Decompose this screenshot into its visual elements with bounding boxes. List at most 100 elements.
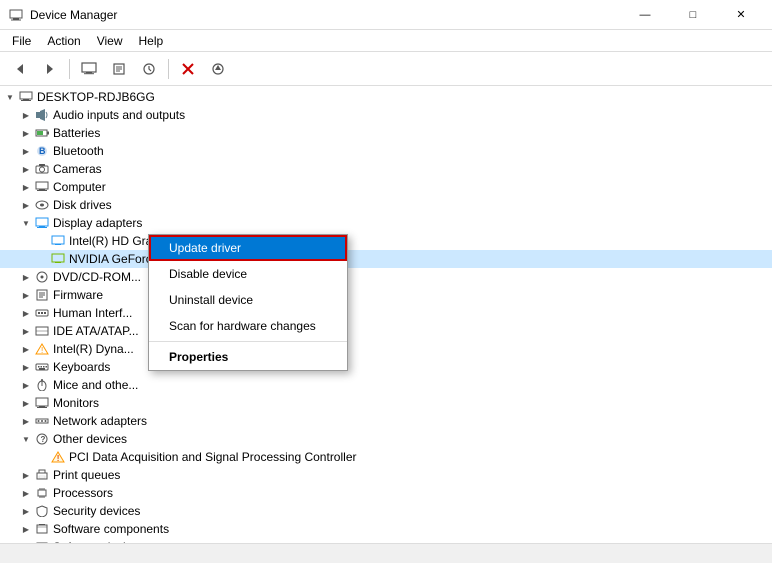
menu-bar: File Action View Help xyxy=(0,30,772,52)
root-label: DESKTOP-RDJB6GG xyxy=(37,90,155,104)
tree-item-nvidia[interactable]: NVIDIA GeForce 940M xyxy=(0,250,772,268)
audio-icon xyxy=(34,107,50,123)
softwaredevices-icon xyxy=(34,539,50,543)
computer-label: Computer xyxy=(53,180,106,194)
toolbar-sep-2 xyxy=(168,59,169,79)
printqueues-icon xyxy=(34,467,50,483)
close-button[interactable]: ✕ xyxy=(718,1,764,29)
scan-icon xyxy=(142,62,156,76)
otherdevices-expand-icon: ▼ xyxy=(18,431,34,447)
computer-expand-icon: ▶ xyxy=(18,179,34,195)
tree-item-pcidata[interactable]: ! PCI Data Acquisition and Signal Proces… xyxy=(0,448,772,466)
tree-item-printqueues[interactable]: ▶ Print queues xyxy=(0,466,772,484)
ideata-label: IDE ATA/ATAP... xyxy=(53,324,139,338)
humaninterf-label: Human Interf... xyxy=(53,306,132,320)
otherdevices-icon: ? xyxy=(34,431,50,447)
softwaredevices-expand-icon: ▶ xyxy=(18,539,34,543)
root-computer-icon xyxy=(18,89,34,105)
tree-item-securitydevices[interactable]: ▶ Security devices xyxy=(0,502,772,520)
status-bar xyxy=(0,543,772,563)
minimize-button[interactable]: — xyxy=(622,1,668,29)
monitors-expand-icon: ▶ xyxy=(18,395,34,411)
tree-item-firmware[interactable]: ▶ Firmware xyxy=(0,286,772,304)
menu-view[interactable]: View xyxy=(89,32,131,50)
menu-action[interactable]: Action xyxy=(39,32,88,50)
intel-icon xyxy=(50,233,66,249)
tree-item-dvd[interactable]: ▶ DVD/CD-ROM... xyxy=(0,268,772,286)
svg-text:!: ! xyxy=(57,454,60,463)
svg-text:?: ? xyxy=(41,435,46,444)
tree-item-keyboards[interactable]: ▶ Keyboards xyxy=(0,358,772,376)
tree-item-intel[interactable]: Intel(R) HD Graphics 520 xyxy=(0,232,772,250)
tree-item-audio[interactable]: ▶ Audio inputs and outputs xyxy=(0,106,772,124)
forward-icon xyxy=(43,62,57,76)
inteldyna-icon: ! xyxy=(34,341,50,357)
mice-icon xyxy=(34,377,50,393)
tree-item-ideata[interactable]: ▶ IDE ATA/ATAP... xyxy=(0,322,772,340)
tree-item-bluetooth[interactable]: ▶ B Bluetooth xyxy=(0,142,772,160)
batteries-expand-icon: ▶ xyxy=(18,125,34,141)
displayadapters-icon xyxy=(34,215,50,231)
monitors-icon xyxy=(34,395,50,411)
computer-icon xyxy=(81,62,97,76)
tree-item-mice[interactable]: ▶ Mice and othe... xyxy=(0,376,772,394)
tree-root[interactable]: ▼ DESKTOP-RDJB6GG xyxy=(0,88,772,106)
update-icon xyxy=(211,62,225,76)
keyboards-expand-icon: ▶ xyxy=(18,359,34,375)
context-menu-properties[interactable]: Properties xyxy=(149,344,347,370)
tree-item-softwaredevices[interactable]: ▶ Software devices xyxy=(0,538,772,543)
toolbar-forward[interactable] xyxy=(36,56,64,82)
toolbar-computer[interactable] xyxy=(75,56,103,82)
processors-expand-icon: ▶ xyxy=(18,485,34,501)
printqueues-label: Print queues xyxy=(53,468,120,482)
networkadapters-expand-icon: ▶ xyxy=(18,413,34,429)
context-menu-separator xyxy=(149,341,347,342)
tree-item-humaninterf[interactable]: ▶ Human Interf... xyxy=(0,304,772,322)
toolbar-scan[interactable] xyxy=(135,56,163,82)
displayadapters-label: Display adapters xyxy=(53,216,142,230)
context-menu: Update driver Disable device Uninstall d… xyxy=(148,234,348,371)
softwarecomponents-label: Software components xyxy=(53,522,169,536)
tree-item-cameras[interactable]: ▶ Cameras xyxy=(0,160,772,178)
context-menu-scan-hardware[interactable]: Scan for hardware changes xyxy=(149,313,347,339)
nvidia-expand-icon xyxy=(34,251,50,267)
tree-item-otherdevices[interactable]: ▼ ? Other devices xyxy=(0,430,772,448)
toolbar-remove[interactable] xyxy=(174,56,202,82)
processors-icon xyxy=(34,485,50,501)
audio-expand-icon: ▶ xyxy=(18,107,34,123)
ideata-icon xyxy=(34,323,50,339)
maximize-button[interactable]: □ xyxy=(670,1,716,29)
tree-item-inteldyna[interactable]: ▶ ! Intel(R) Dyna... xyxy=(0,340,772,358)
root-expand-icon: ▼ xyxy=(2,89,18,105)
nvidia-icon xyxy=(50,251,66,267)
tree-item-softwarecomponents[interactable]: ▶ Software components xyxy=(0,520,772,538)
tree-item-monitors[interactable]: ▶ Monitors xyxy=(0,394,772,412)
context-menu-disable-device[interactable]: Disable device xyxy=(149,261,347,287)
toolbar-properties[interactable] xyxy=(105,56,133,82)
bluetooth-label: Bluetooth xyxy=(53,144,104,158)
tree-item-processors[interactable]: ▶ Processors xyxy=(0,484,772,502)
tree-item-networkadapters[interactable]: ▶ Network adapters xyxy=(0,412,772,430)
diskdrives-expand-icon: ▶ xyxy=(18,197,34,213)
toolbar-back[interactable] xyxy=(6,56,34,82)
tree-item-batteries[interactable]: ▶ Batteries xyxy=(0,124,772,142)
menu-file[interactable]: File xyxy=(4,32,39,50)
tree-item-displayadapters[interactable]: ▼ Display adapters xyxy=(0,214,772,232)
tree-item-computer[interactable]: ▶ Computer xyxy=(0,178,772,196)
main-content: ▼ DESKTOP-RDJB6GG ▶ Audio inputs and xyxy=(0,86,772,543)
app-icon xyxy=(8,7,24,23)
cameras-expand-icon: ▶ xyxy=(18,161,34,177)
toolbar-update[interactable] xyxy=(204,56,232,82)
softwarecomponents-expand-icon: ▶ xyxy=(18,521,34,537)
intel-expand-icon xyxy=(34,233,50,249)
pcidata-warning-icon: ! xyxy=(50,449,66,465)
softwarecomponents-icon xyxy=(34,521,50,537)
context-menu-update-driver[interactable]: Update driver xyxy=(149,235,347,261)
context-menu-uninstall-device[interactable]: Uninstall device xyxy=(149,287,347,313)
bluetooth-expand-icon: ▶ xyxy=(18,143,34,159)
tree-item-diskdrives[interactable]: ▶ Disk drives xyxy=(0,196,772,214)
ideata-expand-icon: ▶ xyxy=(18,323,34,339)
tree-panel[interactable]: ▼ DESKTOP-RDJB6GG ▶ Audio inputs and xyxy=(0,86,772,543)
networkadapters-label: Network adapters xyxy=(53,414,147,428)
menu-help[interactable]: Help xyxy=(131,32,172,50)
